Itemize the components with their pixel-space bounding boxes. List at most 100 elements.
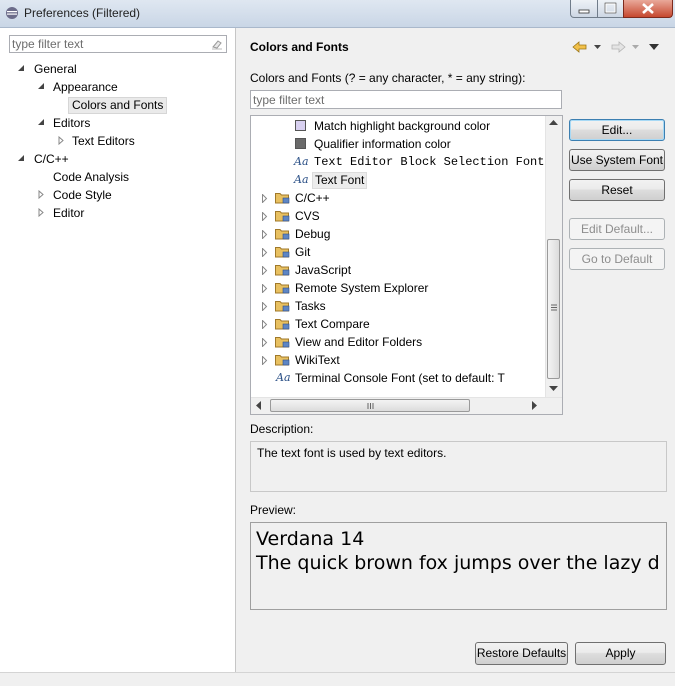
filter-label: Colors and Fonts (? = any character, * =…: [250, 71, 526, 85]
font-icon: Aa: [294, 173, 309, 186]
folder-icon: [275, 337, 290, 348]
tree-node-label: Code Style: [53, 188, 112, 202]
tree-item-label: Terminal Console Font (set to default: T: [295, 371, 505, 385]
folder-icon: [275, 247, 290, 258]
tree-node-label: General: [34, 62, 77, 76]
tree-item-label: Tasks: [295, 299, 326, 313]
collapse-arrow-icon[interactable]: [37, 78, 47, 96]
vertical-scrollbar[interactable]: [545, 116, 562, 398]
expand-arrow-icon[interactable]: [261, 194, 268, 203]
tree-item-label: Text Compare: [295, 317, 370, 331]
folder-icon: [275, 211, 290, 222]
tree-node-label: Colors and Fonts: [68, 97, 168, 114]
maximize-icon: [604, 2, 617, 14]
color-swatch: [295, 138, 306, 149]
collapse-arrow-icon[interactable]: [17, 60, 27, 78]
edit-default-button[interactable]: Edit Default...: [569, 218, 665, 240]
scroll-up-arrow-icon[interactable]: [549, 120, 558, 126]
vertical-scroll-thumb[interactable]: [547, 239, 560, 379]
expand-arrow-icon[interactable]: [261, 212, 268, 221]
minimize-button[interactable]: [570, 0, 598, 18]
expand-arrow-icon[interactable]: [261, 230, 268, 239]
colors-filter-input[interactable]: [253, 93, 553, 107]
title-bar: Preferences (Filtered): [0, 0, 675, 28]
window-title: Preferences (Filtered): [24, 6, 141, 20]
description-box: The text font is used by text editors.: [250, 441, 667, 492]
page-title: Colors and Fonts: [250, 40, 349, 54]
restore-defaults-button[interactable]: Restore Defaults: [475, 642, 568, 665]
horizontal-scroll-thumb[interactable]: [270, 399, 470, 412]
tree-item-label: JavaScript: [295, 263, 352, 277]
colors-filter-box[interactable]: [250, 90, 562, 109]
tree-node-label: Editors: [53, 116, 91, 130]
font-preview-box: Verdana 14 The quick brown fox jumps ove…: [250, 522, 667, 610]
expand-arrow-icon[interactable]: [57, 132, 67, 150]
folder-icon: [275, 301, 290, 312]
reset-button[interactable]: Reset: [569, 179, 665, 201]
expand-arrow-icon[interactable]: [261, 356, 268, 365]
view-menu-icon[interactable]: [648, 40, 660, 54]
eclipse-icon: [6, 7, 18, 19]
apply-button[interactable]: Apply: [575, 642, 666, 665]
preference-tree-pane: General Appearance Colors and Fonts Edit…: [0, 28, 236, 672]
tree-item-label: Debug: [295, 227, 331, 241]
scroll-left-arrow-icon[interactable]: [256, 401, 262, 410]
font-icon: Aa: [294, 155, 309, 168]
expand-arrow-icon[interactable]: [37, 186, 47, 204]
tree-node-label: C/C++: [34, 152, 69, 166]
collapse-arrow-icon[interactable]: [17, 150, 27, 168]
tree-item-label: Text Font: [312, 172, 368, 189]
tree-item-label: Remote System Explorer: [295, 281, 429, 295]
font-icon: Aa: [276, 371, 291, 384]
edit-button[interactable]: Edit...: [569, 119, 665, 141]
maximize-button[interactable]: [597, 0, 624, 18]
tree-item-label: Match highlight background color: [314, 119, 491, 133]
preview-sample-text: The quick brown fox jumps over the lazy …: [256, 552, 660, 574]
expand-arrow-icon[interactable]: [261, 302, 268, 311]
description-label: Description:: [250, 422, 314, 436]
back-arrow-icon[interactable]: [572, 40, 588, 54]
expand-arrow-icon[interactable]: [261, 284, 268, 293]
expand-arrow-icon[interactable]: [261, 248, 268, 257]
expand-arrow-icon[interactable]: [261, 266, 268, 275]
filter-box[interactable]: [9, 35, 227, 53]
collapse-arrow-icon[interactable]: [37, 114, 47, 132]
tree-item-label: View and Editor Folders: [295, 335, 423, 349]
minimize-icon: [578, 9, 590, 14]
tree-item-label: Text Editor Block Selection Font: [314, 155, 545, 169]
filter-input[interactable]: [12, 37, 202, 51]
folder-icon: [275, 265, 290, 276]
expand-arrow-icon[interactable]: [261, 338, 268, 347]
use-system-font-button[interactable]: Use System Font: [569, 149, 665, 171]
folder-icon: [275, 319, 290, 330]
close-button[interactable]: [623, 0, 673, 18]
grip-icon: [551, 304, 557, 311]
back-menu-chevron-icon[interactable]: [593, 40, 603, 54]
close-icon: [642, 3, 654, 14]
color-swatch: [295, 120, 306, 131]
colors-fonts-tree[interactable]: Match highlight background color Qualifi…: [250, 115, 563, 415]
tree-item-label: WikiText: [295, 353, 340, 367]
forward-menu-chevron-icon: [632, 45, 639, 49]
scroll-down-arrow-icon[interactable]: [549, 386, 558, 392]
clear-filter-icon[interactable]: [211, 38, 223, 50]
expand-arrow-icon[interactable]: [261, 320, 268, 329]
folder-icon: [275, 283, 290, 294]
folder-icon: [275, 193, 290, 204]
tree-item-label: C/C++: [295, 191, 330, 205]
description-text: The text font is used by text editors.: [257, 446, 447, 460]
go-to-default-button[interactable]: Go to Default: [569, 248, 665, 270]
horizontal-scrollbar[interactable]: [251, 397, 562, 414]
folder-icon: [275, 229, 290, 240]
tree-node-label: Appearance: [53, 80, 118, 94]
expand-arrow-icon[interactable]: [37, 204, 47, 222]
tree-item-label: Git: [295, 245, 311, 259]
folder-icon: [275, 355, 290, 366]
tree-node-label: Text Editors: [72, 134, 135, 148]
tree-node-label: Editor: [53, 206, 85, 220]
scroll-right-arrow-icon[interactable]: [532, 401, 538, 410]
grip-icon: [367, 403, 374, 409]
tree-item-label: Qualifier information color: [314, 137, 451, 151]
preview-font-name: Verdana 14: [256, 528, 365, 550]
preview-label: Preview:: [250, 503, 297, 517]
